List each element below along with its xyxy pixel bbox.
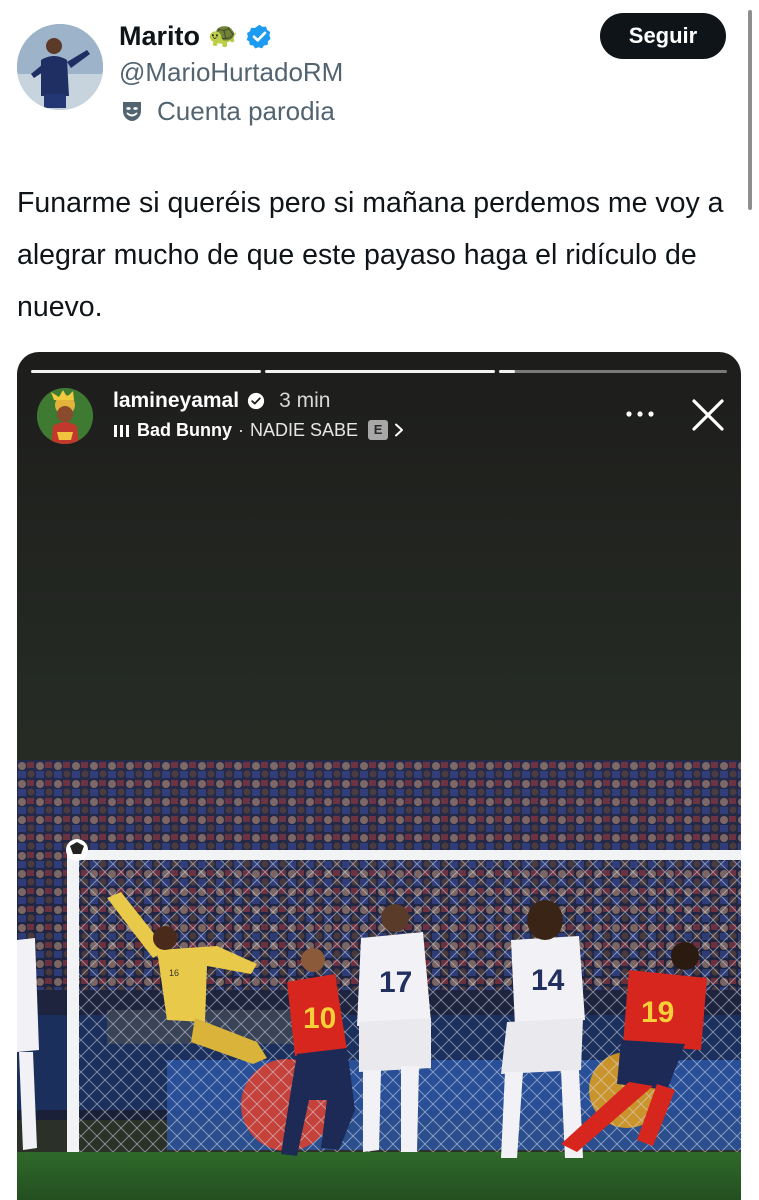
svg-text:16: 16 xyxy=(169,968,179,978)
match-scene: 16 10 17 14 19 xyxy=(17,760,741,1200)
svg-text:19: 19 xyxy=(641,996,674,1029)
story-avatar-image xyxy=(37,388,93,444)
verified-badge-icon[interactable] xyxy=(246,23,273,50)
scrollbar[interactable] xyxy=(748,10,752,210)
explicit-badge: E xyxy=(368,420,389,440)
theater-mask-icon xyxy=(123,102,141,121)
music-bars-icon xyxy=(113,423,131,437)
profile-avatar[interactable] xyxy=(17,24,103,110)
avatar-image xyxy=(17,24,103,110)
football-photo: 16 10 17 14 19 xyxy=(17,760,741,1200)
name-row: Marito 🐢 xyxy=(119,18,273,54)
parody-label-text: Cuenta parodia xyxy=(157,96,335,126)
story-progress-fill xyxy=(499,370,515,373)
music-separator: · xyxy=(238,420,245,440)
more-options-icon[interactable] xyxy=(623,404,657,424)
story-user-row: lamineyamal 3 min xyxy=(113,388,330,414)
story-username[interactable]: lamineyamal xyxy=(113,388,239,414)
svg-text:10: 10 xyxy=(303,1002,336,1035)
svg-text:17: 17 xyxy=(379,966,412,999)
story-progress-segment-1 xyxy=(31,370,261,373)
chevron-right-icon xyxy=(394,423,404,437)
user-handle[interactable]: @MarioHurtadoRM xyxy=(119,56,343,88)
story-verified-icon xyxy=(247,392,265,410)
music-title: NADIE SABE xyxy=(250,420,359,440)
tweet-media-image[interactable]: lamineyamal 3 min Bad Bunny · NADIE SABE… xyxy=(17,352,741,1200)
parody-label: Cuenta parodia xyxy=(119,95,335,127)
story-progress-segment-2 xyxy=(265,370,495,373)
story-avatar[interactable] xyxy=(37,388,93,444)
story-progress-segment-3 xyxy=(499,370,727,373)
story-time: 3 min xyxy=(279,389,331,412)
follow-button[interactable]: Seguir xyxy=(600,13,726,59)
svg-text:14: 14 xyxy=(531,964,565,997)
close-icon[interactable] xyxy=(689,396,727,434)
turtle-emoji: 🐢 xyxy=(208,22,238,49)
tweet-text: Funarme si queréis pero si mañana perdem… xyxy=(17,187,724,323)
story-music-row[interactable]: Bad Bunny · NADIE SABE E xyxy=(113,418,404,442)
display-name[interactable]: Marito xyxy=(119,18,200,54)
music-artist: Bad Bunny xyxy=(137,420,233,440)
